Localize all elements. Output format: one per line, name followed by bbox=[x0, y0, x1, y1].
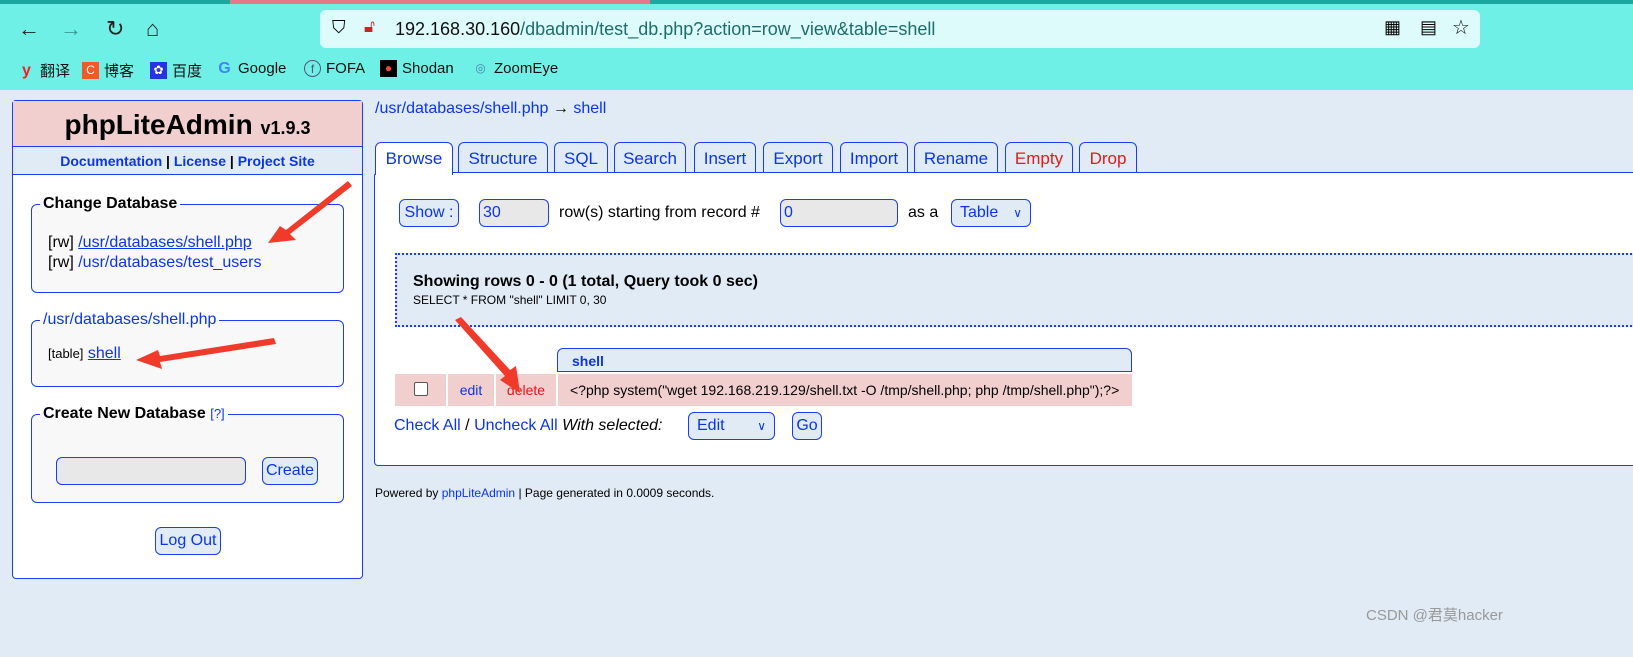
arrow-annotation bbox=[136, 338, 276, 369]
annotation-arrows bbox=[136, 181, 520, 393]
arrow-annotation bbox=[268, 181, 352, 243]
tab-browse[interactable]: Browse bbox=[375, 142, 453, 175]
arrow-annotation bbox=[455, 317, 520, 393]
